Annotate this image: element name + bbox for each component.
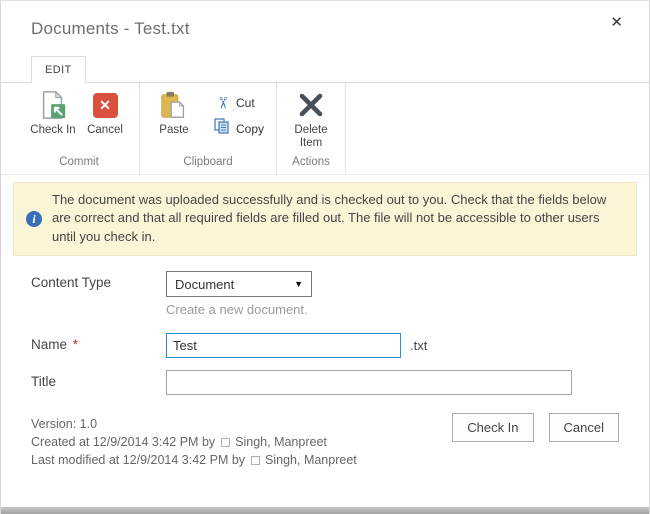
check-in-icon xyxy=(37,89,69,121)
dialog-header: Documents - Test.txt ✕ xyxy=(1,1,649,39)
content-type-help-text: Create a new document. xyxy=(166,302,312,317)
content-type-select[interactable]: Document ▼ xyxy=(166,271,312,297)
status-message: i The document was uploaded successfully… xyxy=(13,182,637,256)
content-type-selected-value: Document xyxy=(175,277,234,292)
presence-indicator-icon xyxy=(251,456,260,465)
content-type-label: Content Type xyxy=(31,271,166,290)
footer-buttons: Check In Cancel xyxy=(452,413,619,442)
name-label: Name * xyxy=(31,333,166,352)
commit-group-body: Check In ✕ Cancel xyxy=(19,83,139,153)
cut-copy-column: ✂ Cut Copy xyxy=(208,89,268,142)
close-icon[interactable]: ✕ xyxy=(604,11,629,34)
name-field: .txt xyxy=(166,333,427,358)
check-in-button[interactable]: Check In xyxy=(30,89,76,137)
dialog-bottom-shadow xyxy=(1,507,649,514)
ribbon-tab-row: EDIT xyxy=(1,56,649,83)
actions-group-body: Delete Item xyxy=(277,83,345,153)
name-input[interactable] xyxy=(166,333,401,358)
cancel-icon: ✕ xyxy=(89,89,121,121)
clipboard-group-body: Paste ✂ Cut xyxy=(140,83,276,153)
check-in-label: Check In xyxy=(30,124,75,137)
ribbon: Check In ✕ Cancel Commit xyxy=(1,83,649,175)
copy-icon xyxy=(212,118,232,139)
cut-label: Cut xyxy=(236,96,255,110)
dialog-footer: Version: 1.0 Created at 12/9/2014 3:42 P… xyxy=(1,407,649,469)
required-marker: * xyxy=(73,337,78,352)
paste-label: Paste xyxy=(159,124,188,137)
created-text: Created at 12/9/2014 3:42 PM by xyxy=(31,435,215,449)
info-icon: i xyxy=(26,211,42,227)
check-in-footer-button[interactable]: Check In xyxy=(452,413,533,442)
ribbon-group-actions: Delete Item Actions xyxy=(277,83,346,174)
cut-button[interactable]: ✂ Cut xyxy=(208,91,268,115)
dialog-title: Documents - Test.txt xyxy=(31,19,623,39)
document-edit-dialog: Documents - Test.txt ✕ EDIT Check In xyxy=(0,0,650,514)
file-extension: .txt xyxy=(410,333,427,353)
cancel-ribbon-button[interactable]: ✕ Cancel xyxy=(82,89,128,137)
group-label-actions: Actions xyxy=(277,153,345,174)
copy-button[interactable]: Copy xyxy=(208,115,268,142)
name-row: Name * .txt xyxy=(31,333,619,358)
title-input[interactable] xyxy=(166,370,572,395)
content-type-field: Document ▼ Create a new document. xyxy=(166,271,312,317)
copy-label: Copy xyxy=(236,122,264,136)
tab-edit[interactable]: EDIT xyxy=(31,56,86,83)
ribbon-group-commit: Check In ✕ Cancel Commit xyxy=(19,83,140,174)
modified-line: Last modified at 12/9/2014 3:42 PM by Sin… xyxy=(31,451,619,469)
created-user: Singh, Manpreet xyxy=(235,435,327,449)
cut-icon: ✂ xyxy=(212,94,232,112)
modified-text: Last modified at 12/9/2014 3:42 PM by xyxy=(31,453,245,467)
chevron-down-icon: ▼ xyxy=(294,279,303,289)
delete-item-icon xyxy=(295,89,327,121)
name-label-text: Name xyxy=(31,337,67,352)
modified-user: Singh, Manpreet xyxy=(265,453,357,467)
document-properties-form: Content Type Document ▼ Create a new doc… xyxy=(1,256,649,395)
presence-indicator-icon xyxy=(221,438,230,447)
paste-icon xyxy=(158,89,190,121)
cancel-footer-button[interactable]: Cancel xyxy=(549,413,619,442)
cancel-ribbon-label: Cancel xyxy=(87,124,123,137)
status-message-text: The document was uploaded successfully a… xyxy=(52,192,606,244)
paste-button[interactable]: Paste xyxy=(151,89,197,137)
delete-item-button[interactable]: Delete Item xyxy=(288,89,334,150)
title-label: Title xyxy=(31,370,166,389)
title-row: Title xyxy=(31,370,619,395)
group-label-clipboard: Clipboard xyxy=(140,153,276,174)
delete-item-label: Delete Item xyxy=(288,124,334,150)
group-label-commit: Commit xyxy=(19,153,139,174)
ribbon-group-clipboard: Paste ✂ Cut xyxy=(140,83,277,174)
content-type-row: Content Type Document ▼ Create a new doc… xyxy=(31,271,619,317)
